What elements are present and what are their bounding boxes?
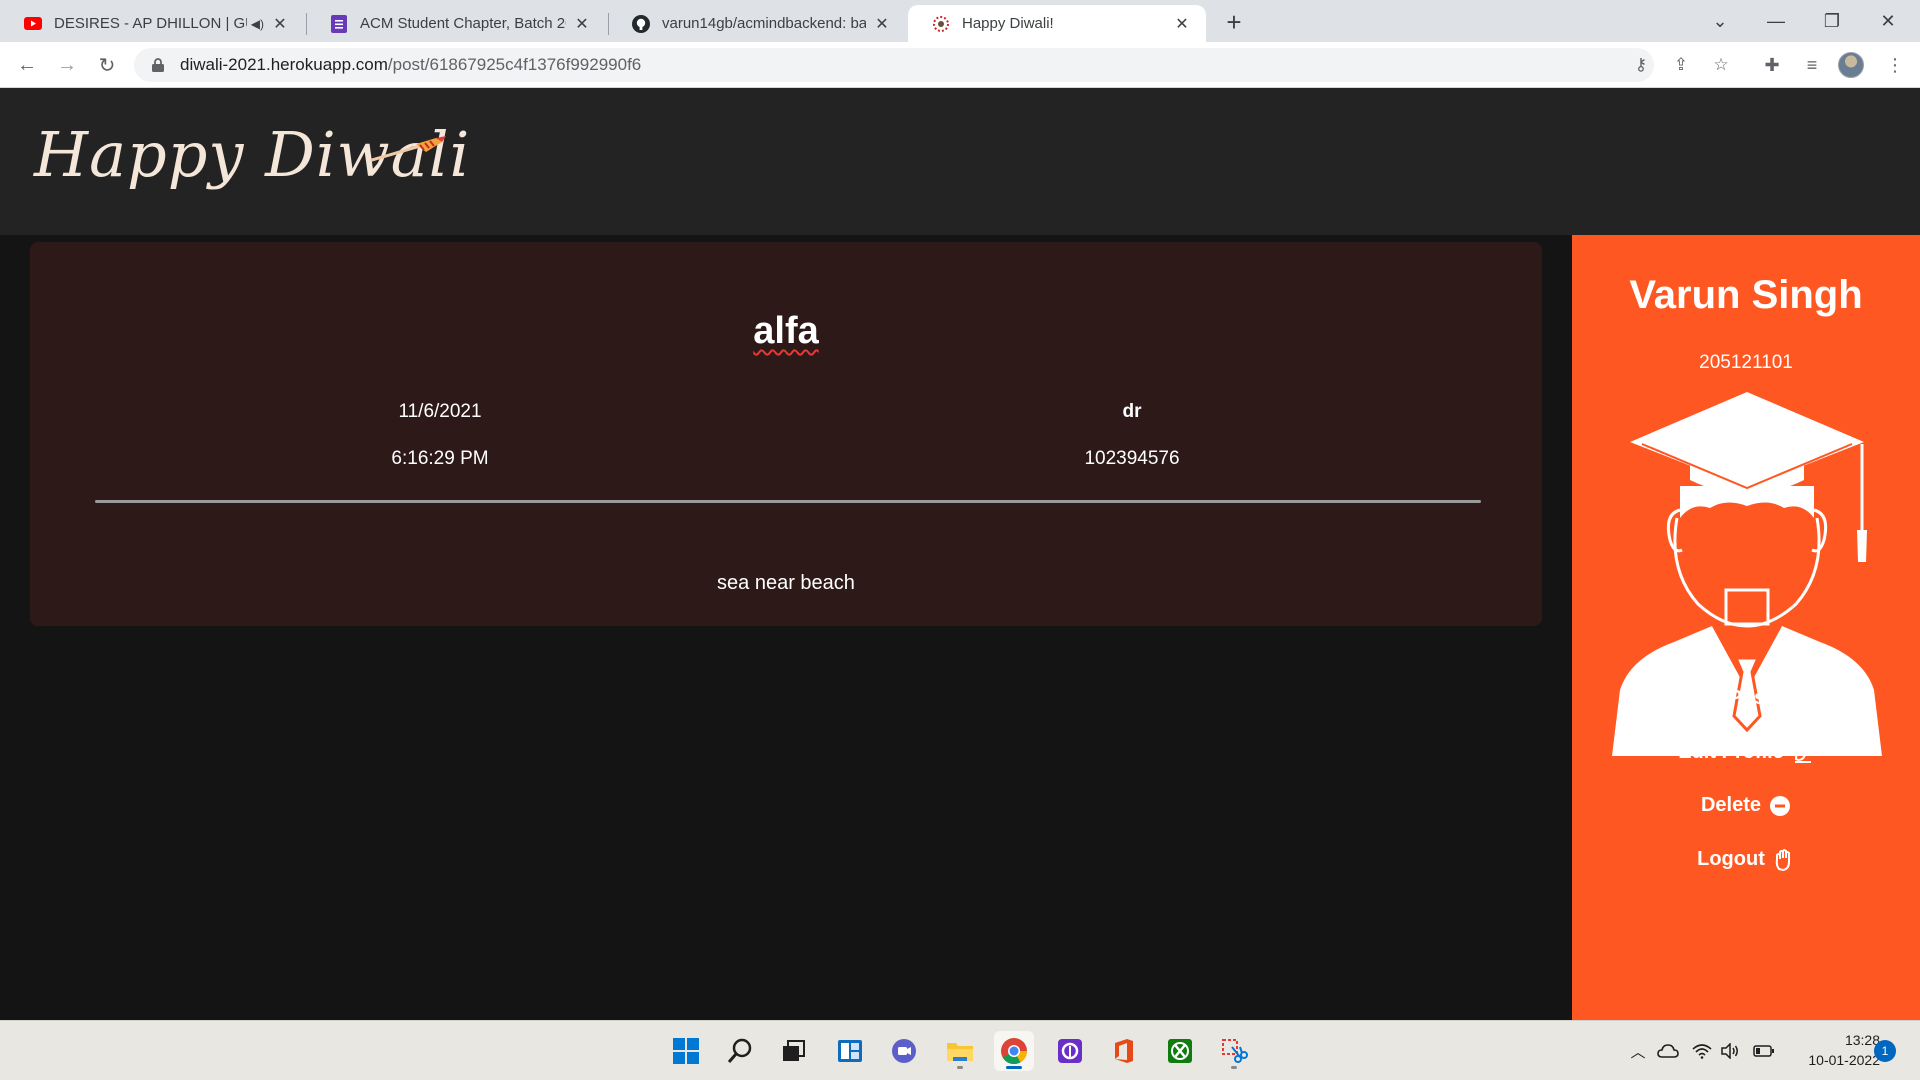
url-path: /post/61867925c4f1376f992990f6 [387, 55, 642, 74]
photo-app-icon[interactable] [1050, 1031, 1090, 1071]
bookmark-star-icon[interactable]: ☆ [1708, 52, 1734, 78]
wifi-icon[interactable] [1690, 1039, 1714, 1063]
file-explorer-icon[interactable] [940, 1031, 980, 1071]
logout-link[interactable]: Logout [1572, 848, 1920, 871]
user-name: Varun Singh [1629, 273, 1863, 317]
snipping-tool-icon[interactable] [1214, 1031, 1254, 1071]
new-tab-icon[interactable]: + [1220, 7, 1248, 37]
tab-title: varun14gb/acmindbackend: back [662, 15, 866, 32]
running-indicator [957, 1066, 963, 1069]
tab-title: DESIRES - AP DHILLON | GUR [54, 15, 247, 32]
close-tab-icon[interactable]: ✕ [270, 14, 290, 34]
tab-acm-form[interactable]: ACM Student Chapter, Batch 202 ✕ [306, 5, 606, 42]
notification-badge[interactable]: 1 [1874, 1040, 1896, 1062]
widgets-icon[interactable] [830, 1031, 870, 1071]
close-tab-icon[interactable]: ✕ [1172, 14, 1192, 34]
search-icon[interactable] [720, 1031, 760, 1071]
tab-title: ACM Student Chapter, Batch 202 [360, 15, 566, 32]
post-title-text: alfa [753, 310, 819, 352]
youtube-icon [24, 15, 42, 33]
delete-link[interactable]: Delete [1572, 794, 1920, 817]
diwali-favicon-icon [932, 15, 950, 33]
post-time: 6:16:29 PM [391, 448, 489, 469]
site-header: Happy Diwali [0, 88, 1920, 235]
forms-icon [330, 14, 348, 33]
profile-sidebar: Varun Singh 205121101 Your Posts Edit Pr… [1572, 235, 1920, 1020]
rocket-icon [370, 136, 446, 162]
writing-hand-icon [1792, 742, 1814, 764]
teams-chat-icon[interactable] [884, 1031, 924, 1071]
minus-circle-icon [1769, 795, 1791, 817]
reload-icon[interactable]: ↻ [92, 50, 122, 80]
hand-wave-icon [1773, 848, 1795, 871]
system-clock[interactable]: 13:28 10-01-2022 [1780, 1030, 1880, 1070]
key-icon[interactable]: ⚷ [1628, 52, 1654, 78]
divider [95, 500, 1481, 503]
post-author: dr [1122, 401, 1142, 422]
xbox-icon[interactable] [1160, 1031, 1200, 1071]
browser-toolbar: ← → ↻ diwali-2021.herokuapp.com/post/618… [0, 42, 1920, 88]
close-window-icon[interactable]: ✕ [1860, 0, 1916, 42]
tab-github[interactable]: varun14gb/acmindbackend: back ✕ [608, 5, 906, 42]
close-tab-icon[interactable]: ✕ [872, 14, 892, 34]
post-body: sea near beach [717, 572, 855, 594]
maximize-icon[interactable]: ❐ [1804, 0, 1860, 42]
clock-date: 10-01-2022 [1808, 1052, 1880, 1068]
lock-icon[interactable] [150, 57, 166, 73]
volume-icon[interactable] [1718, 1039, 1742, 1063]
main-content: alfa 11/6/2021 6:16:29 PM dr 102394576 s… [0, 235, 1572, 1020]
active-indicator [1006, 1066, 1022, 1069]
sparkle-icon [1791, 688, 1813, 710]
tab-title: Happy Diwali! [962, 15, 1054, 32]
user-roll-number: 205121101 [1699, 352, 1793, 373]
minimize-icon[interactable]: — [1748, 0, 1804, 42]
back-icon[interactable]: ← [12, 50, 42, 80]
battery-icon[interactable] [1752, 1039, 1776, 1063]
your-posts-label: Your Posts [1678, 687, 1784, 709]
edit-profile-link[interactable]: Edit Profile [1572, 741, 1920, 764]
extensions-icon[interactable]: ✚ [1757, 50, 1787, 80]
delete-label: Delete [1700, 794, 1762, 816]
share-icon[interactable]: ⇪ [1668, 52, 1694, 78]
windows-start-icon[interactable] [666, 1031, 706, 1071]
url-host: diwali-2021.herokuapp.com [180, 55, 388, 74]
github-icon [632, 14, 650, 33]
logout-label: Logout [1697, 848, 1765, 870]
reading-list-icon[interactable]: ≡ [1797, 50, 1827, 80]
office-icon[interactable] [1104, 1031, 1144, 1071]
tab-happy-diwali[interactable]: Happy Diwali! ✕ [908, 5, 1206, 42]
onedrive-cloud-icon[interactable] [1656, 1039, 1680, 1063]
edit-profile-label: Edit Profile [1678, 741, 1784, 763]
show-hidden-icons-icon[interactable]: ︿ [1626, 1039, 1650, 1063]
post-card: alfa 11/6/2021 6:16:29 PM dr 102394576 s… [30, 242, 1542, 626]
address-bar[interactable]: diwali-2021.herokuapp.com/post/61867925c… [134, 48, 1654, 82]
chrome-icon[interactable] [994, 1031, 1034, 1071]
menu-kebab-icon[interactable]: ⋮ [1880, 50, 1910, 80]
post-author-id: 102394576 [1084, 448, 1180, 469]
speaker-icon[interactable]: ◀) [251, 17, 264, 31]
task-view-icon[interactable] [774, 1031, 814, 1071]
post-title: alfa [30, 310, 1542, 353]
running-indicator [1231, 1066, 1237, 1069]
tab-strip: DESIRES - AP DHILLON | GUR ◀) ✕ ACM Stud… [0, 0, 1920, 42]
tab-youtube[interactable]: DESIRES - AP DHILLON | GUR ◀) ✕ [0, 5, 304, 42]
windows-taskbar: ︿ 13:28 10-01-2022 1 [0, 1020, 1920, 1080]
close-tab-icon[interactable]: ✕ [572, 14, 592, 34]
profile-avatar[interactable] [1838, 52, 1864, 78]
post-date: 11/6/2021 [398, 401, 482, 422]
clock-time: 13:28 [1844, 1032, 1880, 1048]
your-posts-link[interactable]: Your Posts [1572, 687, 1920, 710]
forward-icon[interactable]: → [52, 50, 82, 80]
tab-search-icon[interactable]: ⌄ [1692, 0, 1748, 42]
